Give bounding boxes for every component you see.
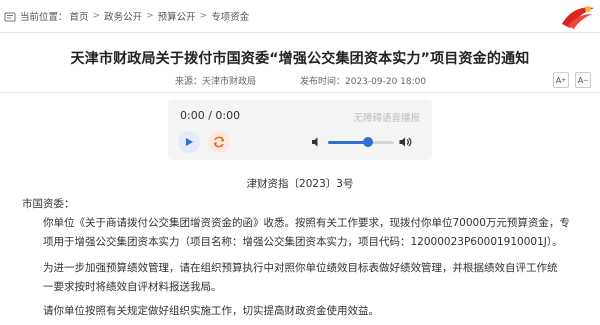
loop-button[interactable]	[208, 131, 230, 153]
document-salutation: 市国资委：	[22, 198, 75, 210]
document-paragraph-1: 你单位《关于商请拨付公交集团增资资金的函》收悉。按照有关工作要求，现拨付你单位7…	[22, 214, 582, 252]
divider	[0, 92, 600, 93]
audio-player: 0:00 / 0:00 无障碍语音播报	[168, 100, 432, 160]
paragraph-line: 为进一步加强预算绩效管理，请在组织预算执行中对照你单位绩效目标表做好绩效管理，并…	[43, 262, 558, 274]
breadcrumb-home[interactable]: 首页	[70, 9, 89, 23]
accessible-voice-broadcast-link[interactable]: 无障碍语音播报	[353, 110, 420, 124]
paragraph-line: 请你单位按照有关规定做好组织实施工作，切实提高财政资金使用效益。	[43, 305, 379, 317]
breadcrumb-separator: >	[146, 11, 154, 21]
breadcrumb-special-funds[interactable]: 专项资金	[211, 9, 249, 23]
paragraph-line: 一要求按时将绩效自评材料报送我局。	[43, 281, 222, 293]
document-paragraph-2: 为进一步加强预算绩效管理，请在组织预算执行中对照你单位绩效目标表做好绩效管理，并…	[22, 259, 582, 297]
breadcrumb-prefix: 当前位置：	[20, 12, 68, 23]
breadcrumb-bar: 当前位置： 首页 > 政务公开 > 预算公开 > 专项资金	[0, 0, 600, 33]
article-meta: 来源：天津市财政局 发布时间：2023-09-20 18:00 A + A −	[0, 72, 600, 90]
page-title: 天津市财政局关于拨付市国资委“增强公交集团资本实力”项目资金的通知	[70, 51, 530, 67]
play-icon	[186, 138, 193, 146]
breadcrumb-separator: >	[199, 11, 208, 21]
volume-high-icon[interactable]	[398, 135, 412, 149]
ribbon-logo-icon	[562, 6, 594, 29]
minus-icon: −	[583, 76, 589, 84]
breadcrumb-government-affairs[interactable]: 政务公开	[104, 9, 142, 23]
volume-slider-handle[interactable]	[362, 137, 373, 147]
audio-time: 0:00 / 0:00	[180, 109, 241, 122]
paragraph-line: 你单位《关于商请拨付公交集团增资资金的函》收悉。按照有关工作要求，现拨付你单位7…	[43, 217, 570, 229]
breadcrumb-separator: >	[92, 11, 101, 21]
volume-low-icon[interactable]	[310, 135, 324, 149]
play-button[interactable]	[178, 131, 200, 153]
document-number: 津财资指〔2023〕3号	[246, 178, 354, 190]
font-size-increase-button[interactable]: A +	[553, 72, 569, 88]
article-source: 来源：天津市财政局	[175, 77, 257, 87]
font-size-decrease-button[interactable]: A −	[575, 72, 591, 88]
breadcrumb: 当前位置： 首页 > 政务公开 > 预算公开 > 专项资金	[20, 9, 249, 23]
location-icon	[4, 12, 16, 22]
plus-icon: +	[561, 76, 567, 84]
volume-slider[interactable]	[328, 137, 394, 147]
paragraph-line: 项用于增强公交集团资本实力（项目名称：增强公交集团资本实力，项目代码：12000…	[43, 236, 563, 248]
volume-slider-fill	[328, 141, 368, 144]
loop-icon	[213, 136, 225, 148]
article-publish-time: 发布时间：2023-09-20 18:00	[300, 77, 427, 87]
breadcrumb-budget[interactable]: 预算公开	[158, 9, 196, 23]
document-paragraph-3: 请你单位按照有关规定做好组织实施工作，切实提高财政资金使用效益。	[22, 302, 582, 321]
